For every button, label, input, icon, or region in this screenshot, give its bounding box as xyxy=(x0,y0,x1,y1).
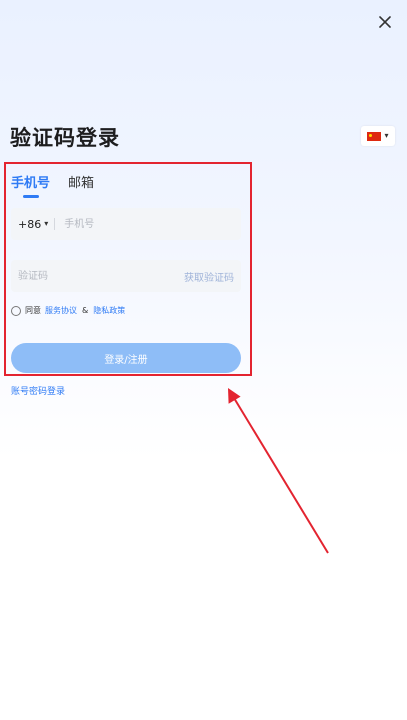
annotation-arrow xyxy=(228,388,329,554)
